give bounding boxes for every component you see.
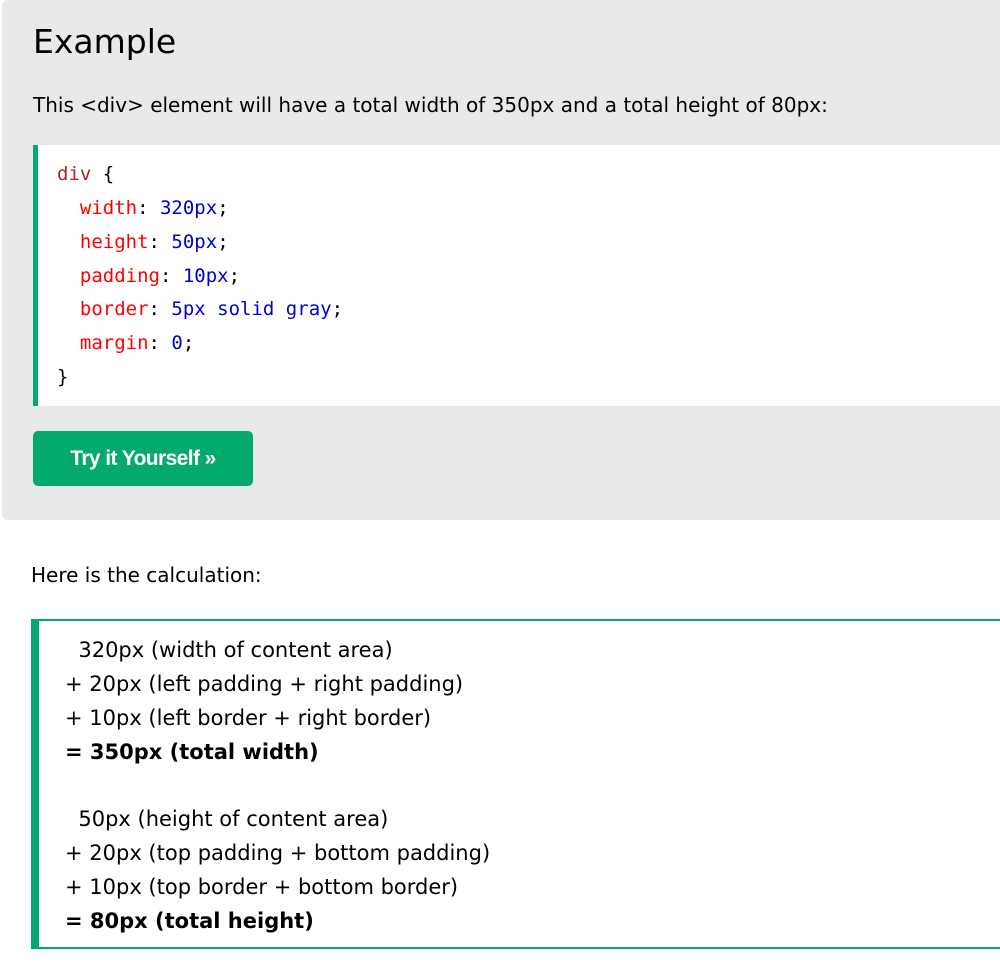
code-line-declaration: height: 50px; xyxy=(79,231,229,253)
height-line-content: 50px (height of content area) xyxy=(65,807,389,831)
code-line-declaration: width: 320px; xyxy=(79,197,229,219)
code-line-declaration: margin: 0; xyxy=(79,332,195,354)
width-line-content: 320px (width of content area) xyxy=(65,638,393,662)
calculation-box: 320px (width of content area) + 20px (le… xyxy=(31,619,1000,949)
width-total: = 350px (total width) xyxy=(65,740,319,764)
close-brace: } xyxy=(57,366,69,388)
width-line-padding: + 20px (left padding + right padding) xyxy=(65,672,464,696)
code-block: div { width: 320px; height: 50px; paddin… xyxy=(33,145,1000,406)
css-value: 5px solid gray xyxy=(171,298,332,320)
open-brace: { xyxy=(91,163,115,185)
css-value: 0 xyxy=(171,332,183,354)
height-line-border: + 10px (top border + bottom border) xyxy=(65,875,459,899)
css-property: border xyxy=(79,298,149,320)
height-line-padding: + 20px (top padding + bottom padding) xyxy=(65,841,491,865)
css-property: height xyxy=(79,231,149,253)
width-line-border: + 10px (left border + right border) xyxy=(65,706,432,730)
example-panel: Example This <div> element will have a t… xyxy=(2,0,1000,520)
css-property: margin xyxy=(79,332,149,354)
calculation-intro: Here is the calculation: xyxy=(31,563,262,587)
css-value: 320px xyxy=(159,197,218,219)
css-property: width xyxy=(79,197,138,219)
css-value: 50px xyxy=(171,231,218,253)
example-heading: Example xyxy=(33,22,177,61)
code-line-declaration: padding: 10px; xyxy=(79,265,241,287)
css-property: padding xyxy=(79,265,160,287)
css-value: 10px xyxy=(182,265,229,287)
example-description: This <div> element will have a total wid… xyxy=(33,93,828,117)
code-line-close: } xyxy=(57,365,68,389)
css-selector: div xyxy=(57,163,92,185)
height-total: = 80px (total height) xyxy=(65,909,314,933)
code-line-declaration: border: 5px solid gray; xyxy=(79,298,344,320)
code-line-selector: div { xyxy=(57,162,114,186)
try-it-yourself-button[interactable]: Try it Yourself » xyxy=(33,431,253,486)
